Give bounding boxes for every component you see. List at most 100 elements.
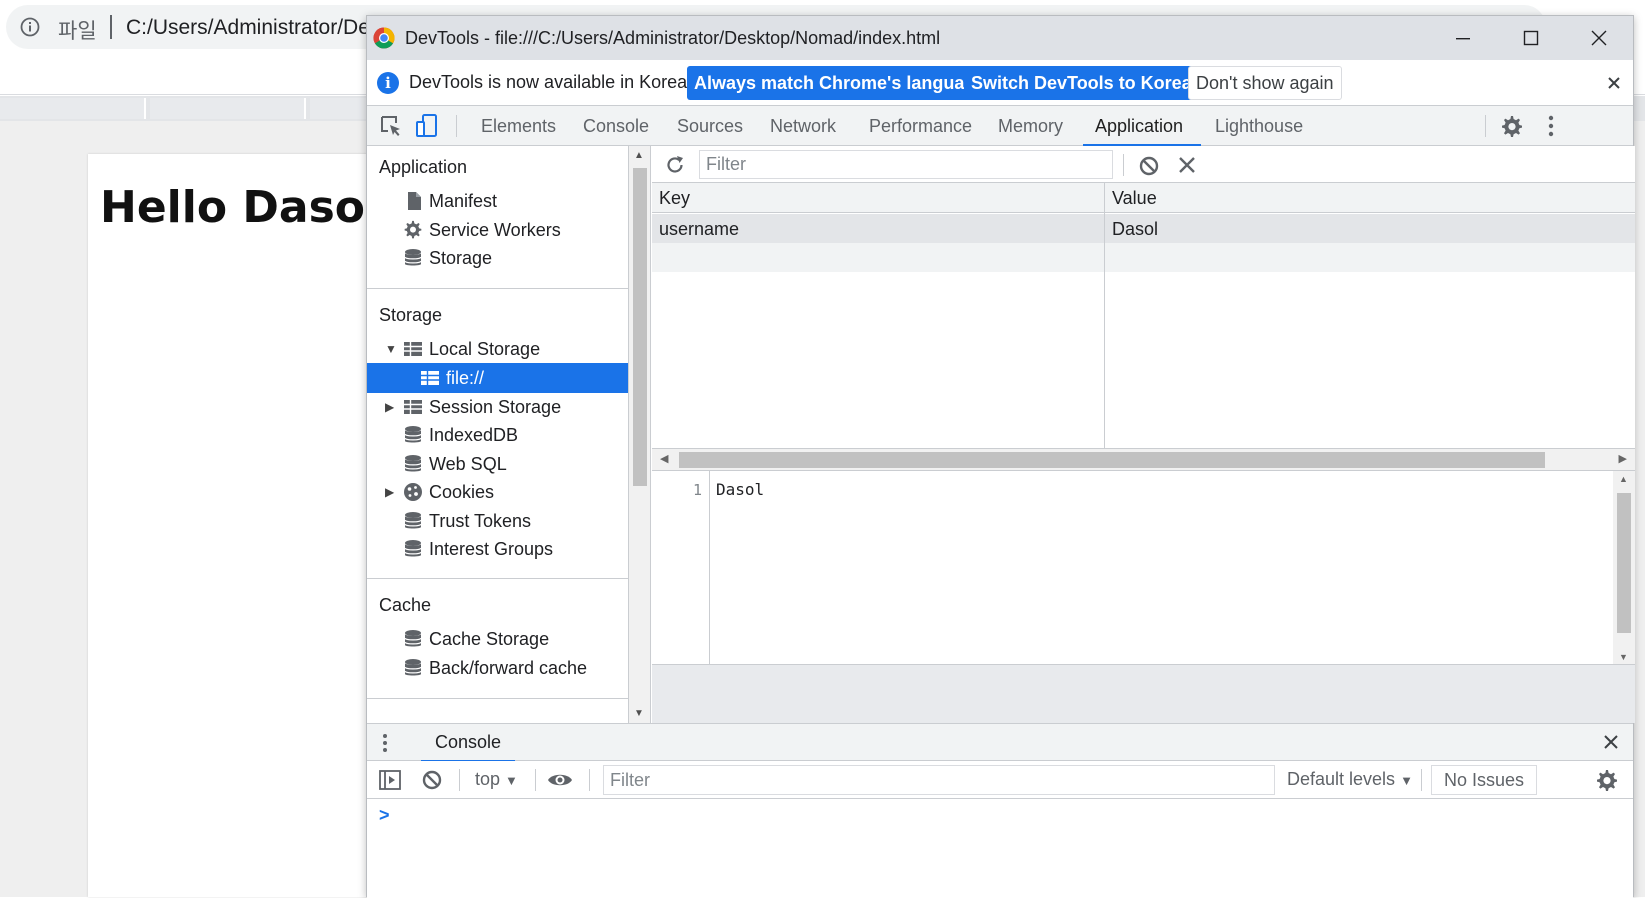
sidebar-item-label: Interest Groups	[429, 539, 554, 559]
refresh-icon[interactable]	[664, 154, 686, 181]
log-levels-dropdown[interactable]: Default levels ▼	[1287, 769, 1413, 790]
tabbar-separator	[456, 115, 457, 137]
site-info-icon[interactable]	[20, 17, 40, 42]
table-row[interactable]: username Dasol	[652, 214, 1635, 243]
sidebar-item-back-forward-cache[interactable]: Back/forward cache	[367, 653, 628, 683]
tab-network[interactable]: Network	[770, 106, 836, 146]
tab-elements[interactable]: Elements	[481, 106, 556, 146]
sidebar-section-cache: Cache	[379, 595, 432, 615]
sidebar-divider	[367, 698, 628, 699]
collapsed-triangle-icon[interactable]: ▶	[385, 392, 394, 422]
bookmark-item[interactable]	[310, 98, 370, 119]
table-cell-value[interactable]: Dasol	[1105, 214, 1635, 244]
maximize-button[interactable]	[1497, 16, 1565, 60]
devtools-titlebar[interactable]: DevTools - file:///C:/Users/Administrato…	[367, 16, 1633, 60]
table-horizontal-scrollbar[interactable]: ◀ ▶	[652, 448, 1635, 470]
console-prompt[interactable]: >	[379, 805, 390, 826]
tab-sources[interactable]: Sources	[677, 106, 743, 146]
scroll-up-icon[interactable]: ▲	[634, 150, 644, 161]
scroll-down-icon[interactable]: ▼	[1619, 652, 1628, 662]
clear-console-icon[interactable]	[421, 769, 443, 796]
inspect-element-icon[interactable]	[379, 114, 403, 143]
table-cell-key[interactable]: username	[652, 214, 1104, 244]
scroll-up-icon[interactable]: ▲	[1619, 474, 1628, 484]
context-selector-label: top	[475, 769, 501, 789]
sidebar-item-local-storage[interactable]: ▼ Local Storage	[367, 334, 628, 364]
bookmark-item[interactable]	[150, 98, 306, 119]
tab-application[interactable]: Application	[1082, 106, 1202, 146]
sidebar-item-label: Storage	[429, 248, 493, 268]
delete-selected-icon[interactable]	[1178, 156, 1196, 179]
close-drawer-icon[interactable]	[1603, 730, 1619, 756]
document-icon	[408, 192, 421, 210]
sidebar-item-indexeddb[interactable]: IndexedDB	[367, 420, 628, 450]
database-icon	[404, 512, 422, 529]
live-expression-eye-icon[interactable]	[547, 770, 573, 795]
toolbar-separator	[1123, 154, 1124, 176]
close-infobar-icon[interactable]	[1607, 70, 1621, 96]
scrollbar-thumb[interactable]	[1617, 493, 1631, 633]
column-divider[interactable]	[1104, 183, 1105, 448]
sidebar-item-web-sql[interactable]: Web SQL	[367, 449, 628, 479]
table-grid-icon	[404, 342, 422, 356]
toolbar-separator	[535, 769, 536, 791]
tab-performance[interactable]: Performance	[869, 106, 972, 146]
tab-lighthouse[interactable]: Lighthouse	[1215, 106, 1303, 146]
address-url[interactable]: C:/Users/Administrator/De	[126, 16, 370, 40]
column-header-key[interactable]: Key	[652, 183, 1104, 213]
database-icon	[404, 540, 422, 557]
sidebar-item-cookies[interactable]: ▶ Cookies	[367, 477, 628, 507]
drawer-menu-kebab-icon[interactable]	[381, 732, 389, 760]
sidebar-item-manifest[interactable]: Manifest	[367, 186, 628, 216]
sidebar-item-trust-tokens[interactable]: Trust Tokens	[367, 506, 628, 536]
sidebar-item-label: Manifest	[429, 191, 498, 211]
database-icon	[404, 249, 422, 266]
sidebar-item-label: Session Storage	[429, 397, 562, 417]
sidebar-item-cache-storage[interactable]: Cache Storage	[367, 624, 628, 654]
issues-counter-button[interactable]: No Issues	[1431, 765, 1538, 795]
sidebar-item-service-workers[interactable]: Service Workers	[367, 215, 628, 245]
sidebar-item-storage-overview[interactable]: Storage	[367, 243, 628, 273]
log-levels-label: Default levels	[1287, 769, 1396, 789]
console-filter-input[interactable]: Filter	[603, 765, 1275, 795]
storage-table: Key Value username Dasol	[652, 183, 1635, 448]
console-settings-gear-icon[interactable]	[1595, 769, 1619, 798]
more-options-kebab-icon[interactable]	[1547, 114, 1555, 143]
sidebar-scrollbar[interactable]: ▲ ▼	[629, 146, 651, 723]
context-selector[interactable]: top ▼	[475, 769, 518, 790]
settings-gear-icon[interactable]	[1499, 114, 1523, 143]
bookmark-item[interactable]	[0, 98, 146, 119]
database-icon	[404, 630, 422, 647]
scroll-down-icon[interactable]: ▼	[634, 708, 644, 719]
storage-filter-input[interactable]: Filter	[699, 150, 1113, 179]
preview-scrollbar[interactable]: ▲ ▼	[1613, 471, 1635, 665]
minimize-button[interactable]	[1429, 16, 1497, 60]
sidebar-item-label: Service Workers	[429, 220, 561, 240]
scrollbar-thumb[interactable]	[633, 168, 647, 486]
drawer-tab-console[interactable]: Console	[421, 724, 516, 762]
sidebar-item-local-storage-file-origin[interactable]: file://	[367, 363, 628, 393]
expanded-triangle-icon[interactable]: ▼	[385, 334, 397, 364]
scrollbar-thumb[interactable]	[679, 452, 1545, 468]
dont-show-again-button[interactable]: Don't show again	[1188, 66, 1342, 100]
sidebar-item-session-storage[interactable]: ▶ Session Storage	[367, 392, 628, 422]
always-match-language-button[interactable]: Always match Chrome's language	[687, 66, 993, 100]
preview-value-text[interactable]: Dasol	[716, 480, 764, 499]
switch-to-korean-button[interactable]: Switch DevTools to Korean	[964, 66, 1210, 100]
table-grid-icon	[404, 400, 422, 414]
show-sidebar-icon[interactable]	[379, 769, 401, 796]
tab-memory[interactable]: Memory	[998, 106, 1063, 146]
scroll-right-icon[interactable]: ▶	[1619, 452, 1627, 465]
device-toolbar-icon[interactable]	[415, 114, 439, 143]
column-header-value[interactable]: Value	[1105, 183, 1635, 213]
sidebar-item-interest-groups[interactable]: Interest Groups	[367, 534, 628, 564]
line-number: 1	[692, 481, 702, 499]
collapsed-triangle-icon[interactable]: ▶	[385, 477, 394, 507]
application-sidebar: Application Manifest Service Workers Sto…	[367, 146, 629, 723]
scroll-left-icon[interactable]: ◀	[660, 452, 668, 465]
clear-all-icon[interactable]	[1138, 155, 1160, 182]
toolbar-separator	[459, 769, 460, 791]
address-scheme: 파일	[58, 19, 97, 43]
tab-console[interactable]: Console	[583, 106, 649, 146]
close-window-button[interactable]	[1565, 16, 1633, 60]
